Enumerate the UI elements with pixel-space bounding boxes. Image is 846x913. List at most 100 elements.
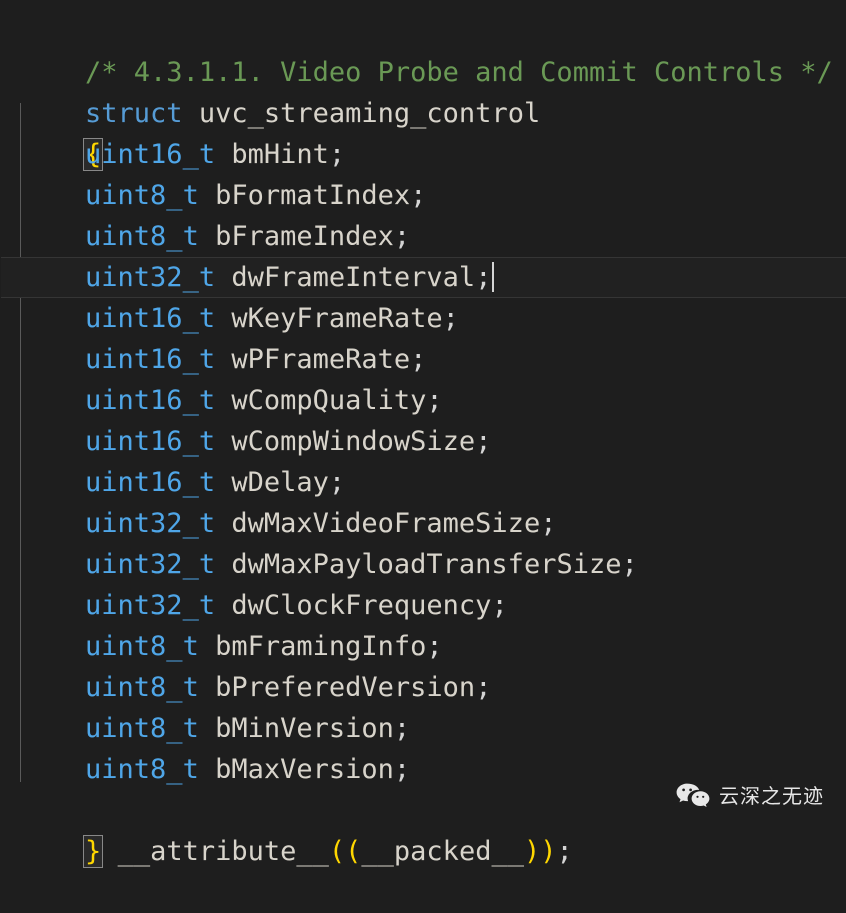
code-line-member-wCompWindowSize[interactable]: uint16_t wCompWindowSize; — [0, 421, 846, 462]
semicolon-token: ; — [393, 221, 411, 252]
member-type: uint8_t — [85, 631, 199, 662]
code-line-member-bFrameIndex[interactable]: uint8_t bFrameIndex; — [0, 216, 846, 257]
space-separator — [199, 713, 215, 744]
attribute-keyword-token: __attribute__ — [117, 836, 329, 867]
code-line-member-bFormatIndex[interactable]: uint8_t bFormatIndex; — [0, 175, 846, 216]
member-name: bPreferedVersion — [215, 672, 476, 703]
semicolon-token: ; — [328, 467, 346, 498]
space-separator — [215, 549, 231, 580]
member-name: wCompQuality — [231, 385, 427, 416]
member-name: dwMaxVideoFrameSize — [231, 508, 541, 539]
member-type: uint16_t — [85, 344, 216, 375]
code-line-member-dwMaxPayloadTransferSize[interactable]: uint32_t dwMaxPayloadTransferSize; — [0, 544, 846, 585]
semicolon-token: ; — [621, 549, 638, 580]
member-type: uint32_t — [85, 262, 216, 293]
semicolon-token: ; — [556, 836, 573, 867]
code-line-member-dwClockFrequency[interactable]: uint32_t dwClockFrequency; — [0, 585, 846, 626]
space-separator — [215, 262, 231, 293]
code-line-member-bMaxVersion[interactable]: uint8_t bMaxVersion; — [0, 749, 846, 790]
member-name: bFrameIndex — [215, 221, 394, 252]
member-type: uint8_t — [85, 180, 199, 211]
space-separator — [215, 303, 231, 334]
code-line-member-wKeyFrameRate[interactable]: uint16_t wKeyFrameRate; — [0, 298, 846, 339]
space-separator — [199, 631, 215, 662]
semicolon-token: ; — [540, 508, 557, 539]
semicolon-token: ; — [393, 713, 411, 744]
semicolon-token: ; — [410, 180, 427, 211]
close-brace-token: } — [83, 835, 104, 868]
close-parens-token: )) — [523, 836, 557, 867]
member-name: wPFrameRate — [231, 344, 411, 375]
space-separator — [199, 180, 215, 211]
member-name: dwFrameInterval — [231, 262, 476, 293]
packed-token: __packed__ — [361, 836, 524, 867]
member-type: uint32_t — [85, 508, 216, 539]
member-name: dwClockFrequency — [231, 590, 492, 621]
member-name: bmFramingInfo — [215, 631, 427, 662]
semicolon-token: ; — [328, 139, 346, 170]
code-line-member-dwMaxVideoFrameSize[interactable]: uint32_t dwMaxVideoFrameSize; — [0, 503, 846, 544]
semicolon-token: ; — [426, 631, 443, 662]
member-name: wCompWindowSize — [231, 426, 476, 457]
space-separator — [215, 508, 231, 539]
semicolon-token: ; — [475, 672, 492, 703]
space-separator — [215, 467, 231, 498]
member-type: uint8_t — [85, 221, 199, 252]
code-line-member-bPreferedVersion[interactable]: uint8_t bPreferedVersion; — [0, 667, 846, 708]
code-line-open-brace[interactable]: { — [0, 93, 846, 171]
member-name: bMaxVersion — [215, 754, 394, 785]
member-type: uint16_t — [85, 139, 216, 170]
member-name: wKeyFrameRate — [231, 303, 443, 334]
semicolon-token: ; — [475, 262, 492, 293]
member-name: bFormatIndex — [215, 180, 411, 211]
open-parens-token: (( — [328, 836, 362, 867]
code-line-member-bmHint[interactable]: uint16_t bmHint; — [0, 134, 846, 175]
member-type: uint8_t — [85, 713, 199, 744]
space-separator — [215, 139, 231, 170]
space-separator — [215, 344, 231, 375]
semicolon-token: ; — [491, 590, 508, 621]
code-line-struct-declaration[interactable]: struct uvc_streaming_control — [0, 52, 846, 129]
member-type: uint16_t — [85, 303, 216, 334]
code-line-member-bmFramingInfo[interactable]: uint8_t bmFramingInfo; — [0, 626, 846, 667]
code-editor[interactable]: /* 4.3.1.1. Video Probe and Commit Contr… — [0, 0, 846, 868]
semicolon-token: ; — [442, 303, 459, 334]
semicolon-token: ; — [410, 344, 427, 375]
member-type: uint8_t — [85, 754, 199, 785]
code-line-member-bMinVersion[interactable]: uint8_t bMinVersion; — [0, 708, 846, 749]
semicolon-token: ; — [475, 426, 492, 457]
semicolon-token: ; — [393, 754, 411, 785]
code-line-comment[interactable]: /* 4.3.1.1. Video Probe and Commit Contr… — [0, 11, 846, 88]
space-separator — [215, 590, 231, 621]
code-line-member-wPFrameRate[interactable]: uint16_t wPFrameRate; — [0, 339, 846, 380]
code-line-member-dwFrameInterval[interactable]: uint32_t dwFrameInterval; — [0, 257, 846, 298]
member-name: bmHint — [231, 139, 329, 170]
member-type: uint8_t — [85, 672, 199, 703]
code-line-member-wDelay[interactable]: uint16_t wDelay; — [0, 462, 846, 503]
space-separator — [199, 221, 215, 252]
member-name: dwMaxPayloadTransferSize — [231, 549, 622, 580]
code-line-member-wCompQuality[interactable]: uint16_t wCompQuality; — [0, 380, 846, 421]
code-line-close-brace-attribute[interactable]: } __attribute__((__packed__)); — [0, 790, 846, 868]
member-name: bMinVersion — [215, 713, 394, 744]
member-type: uint16_t — [85, 426, 216, 457]
member-type: uint32_t — [85, 549, 216, 580]
member-name: wDelay — [231, 467, 329, 498]
text-cursor — [492, 262, 495, 292]
